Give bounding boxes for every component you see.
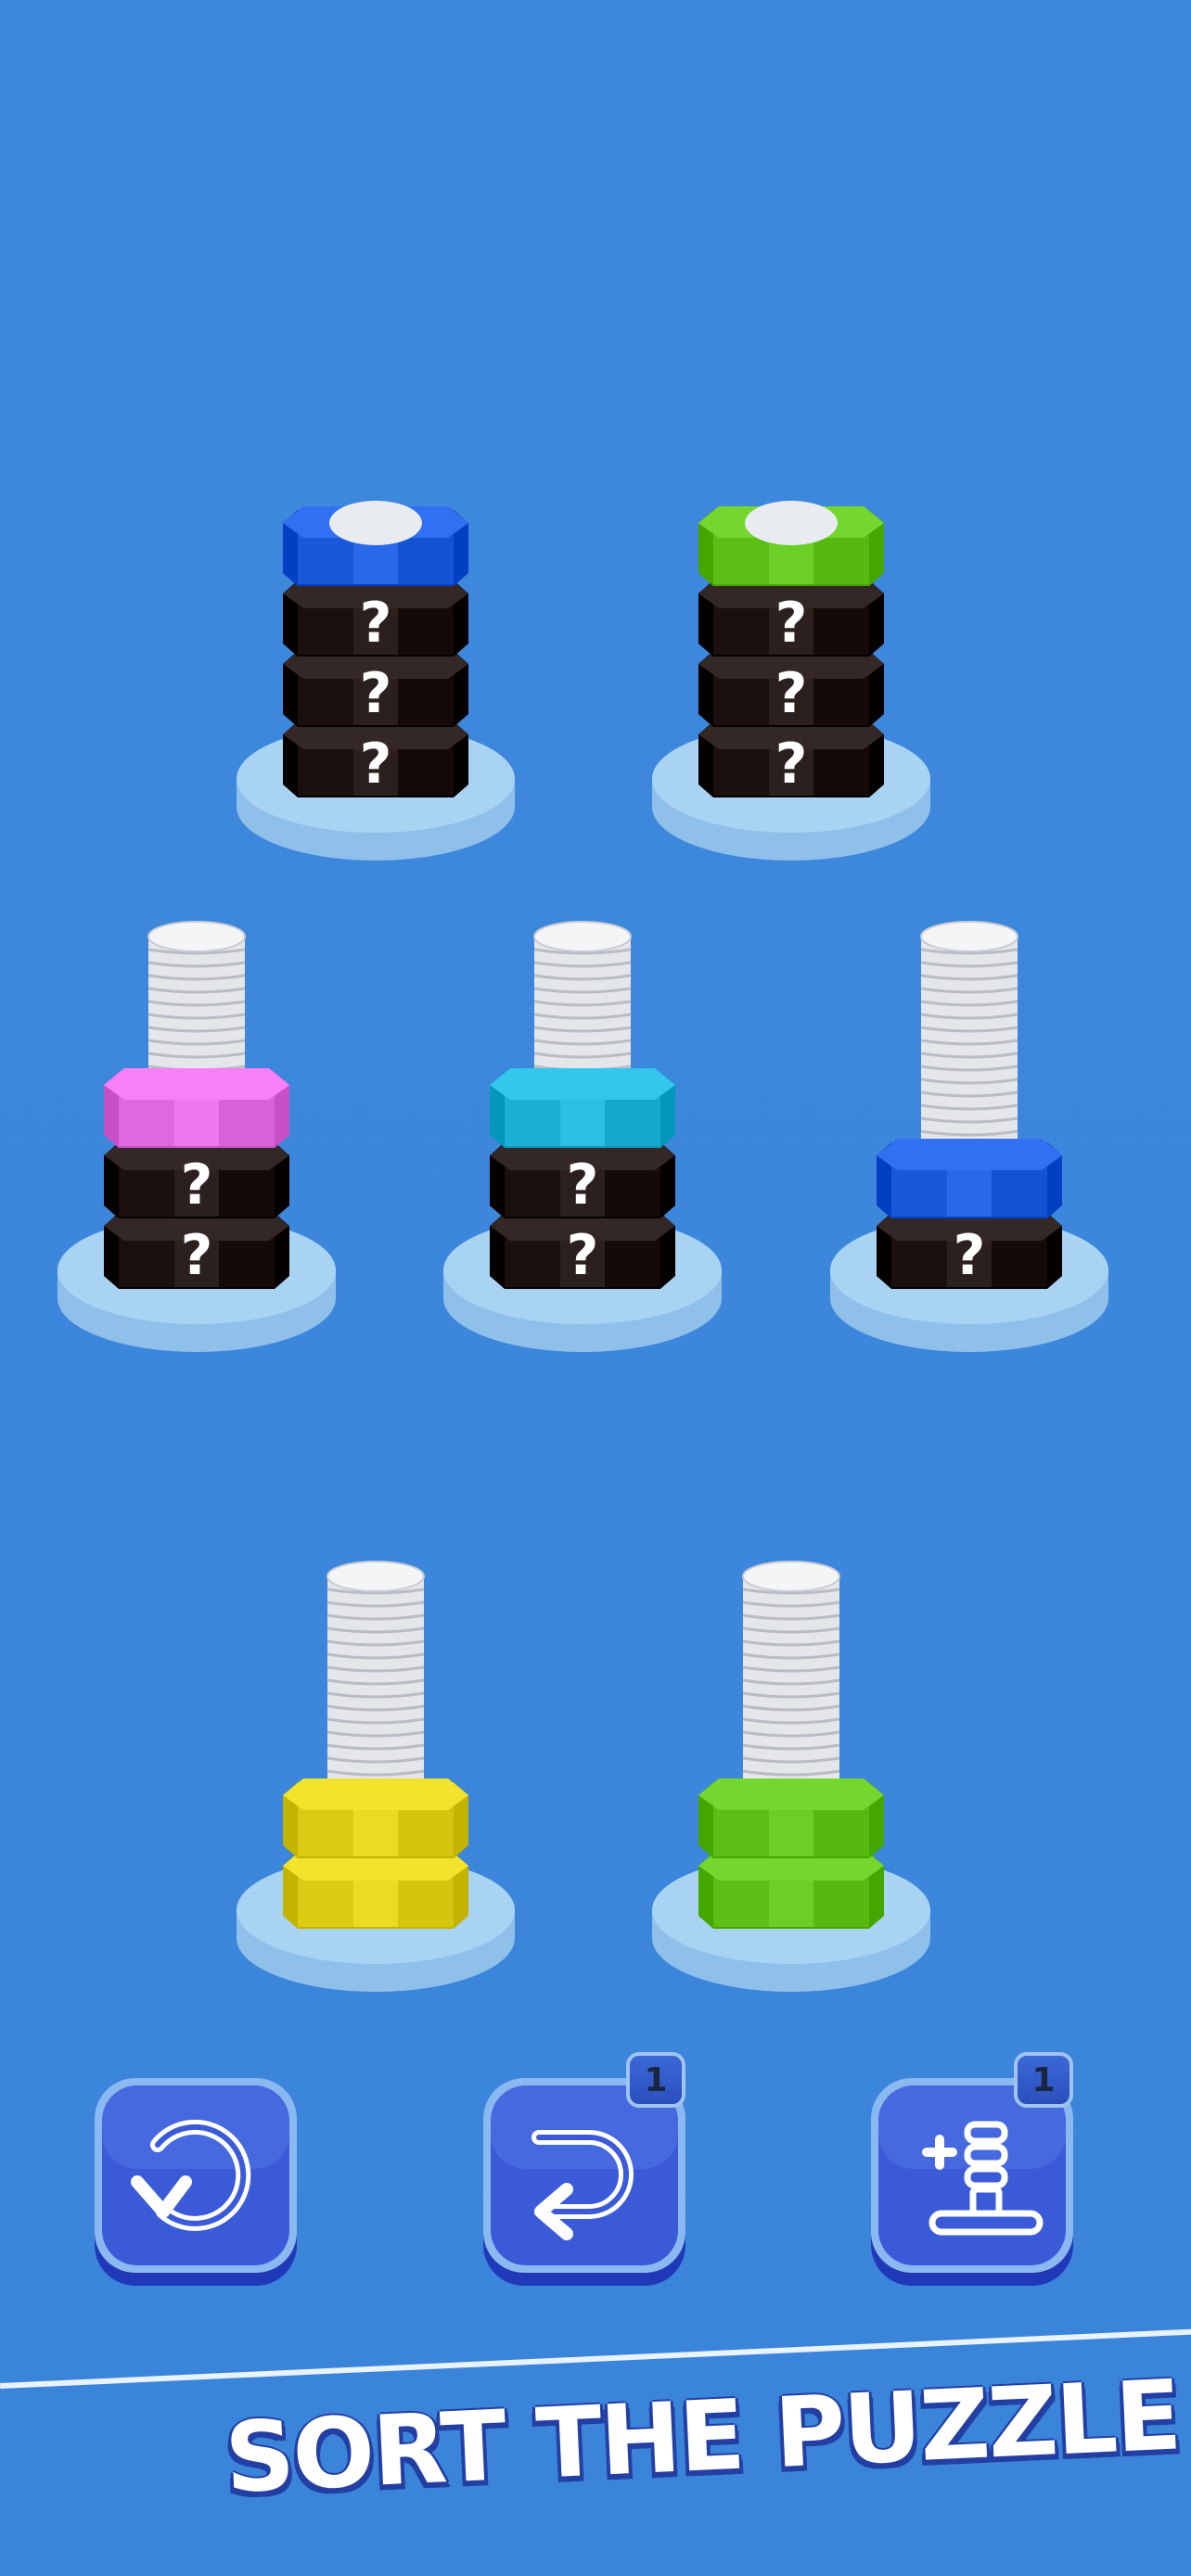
hidden-nut: ? bbox=[104, 1139, 289, 1218]
hidden-nut: ? bbox=[490, 1139, 675, 1218]
hidden-mark: ? bbox=[181, 1223, 213, 1288]
undo-count-badge: 1 bbox=[626, 2052, 685, 2108]
hidden-nut: ? bbox=[698, 718, 884, 797]
hidden-nut: ? bbox=[283, 718, 468, 797]
green-nut bbox=[698, 1779, 884, 1858]
peg-1[interactable]: ??? bbox=[237, 408, 515, 890]
bolt-thread bbox=[920, 921, 1018, 1157]
hidden-mark: ? bbox=[775, 732, 808, 797]
peg-4[interactable]: ?? bbox=[443, 899, 722, 1382]
peg-3[interactable]: ?? bbox=[58, 899, 336, 1382]
green-nut bbox=[698, 1849, 884, 1929]
yellow-nut bbox=[283, 1849, 468, 1929]
hidden-mark: ? bbox=[567, 1223, 599, 1288]
restart-button[interactable] bbox=[89, 2072, 302, 2290]
undo-button[interactable]: 1 bbox=[478, 2052, 691, 2290]
peg-6[interactable] bbox=[237, 1539, 515, 2021]
pink-nut bbox=[104, 1068, 289, 1148]
bolt-thread bbox=[742, 1561, 840, 1797]
bolt-thread bbox=[327, 1561, 425, 1797]
hidden-nut: ? bbox=[698, 577, 884, 657]
hidden-nut: ? bbox=[104, 1209, 289, 1289]
bolt-thread bbox=[533, 921, 632, 1087]
add-bolt-count-badge: 1 bbox=[1014, 2052, 1073, 2108]
peg-2[interactable]: ??? bbox=[652, 408, 930, 890]
nut-cap bbox=[745, 501, 838, 545]
bolt-thread bbox=[147, 921, 246, 1087]
hidden-nut: ? bbox=[877, 1209, 1062, 1289]
green-nut bbox=[698, 501, 884, 586]
hidden-nut: ? bbox=[283, 647, 468, 727]
hidden-mark: ? bbox=[954, 1223, 986, 1288]
hidden-nut: ? bbox=[283, 577, 468, 657]
hidden-nut: ? bbox=[698, 647, 884, 727]
peg-7[interactable] bbox=[652, 1539, 930, 2021]
hidden-mark: ? bbox=[181, 1153, 213, 1218]
nut-cap bbox=[329, 501, 422, 545]
hidden-mark: ? bbox=[775, 591, 808, 656]
peg-5[interactable]: ? bbox=[830, 899, 1108, 1382]
hidden-mark: ? bbox=[360, 661, 392, 726]
add-bolt-button[interactable]: 1 bbox=[865, 2052, 1079, 2290]
hidden-mark: ? bbox=[360, 591, 392, 656]
hidden-nut: ? bbox=[490, 1209, 675, 1289]
hidden-mark: ? bbox=[360, 732, 392, 797]
cyan-nut bbox=[490, 1068, 675, 1148]
yellow-nut bbox=[283, 1779, 468, 1858]
banner-title: SORT THE PUZZLE bbox=[223, 2358, 1183, 2515]
blue-nut bbox=[283, 501, 468, 586]
hidden-mark: ? bbox=[775, 661, 808, 726]
hidden-mark: ? bbox=[567, 1153, 599, 1218]
blue-nut bbox=[877, 1139, 1062, 1218]
